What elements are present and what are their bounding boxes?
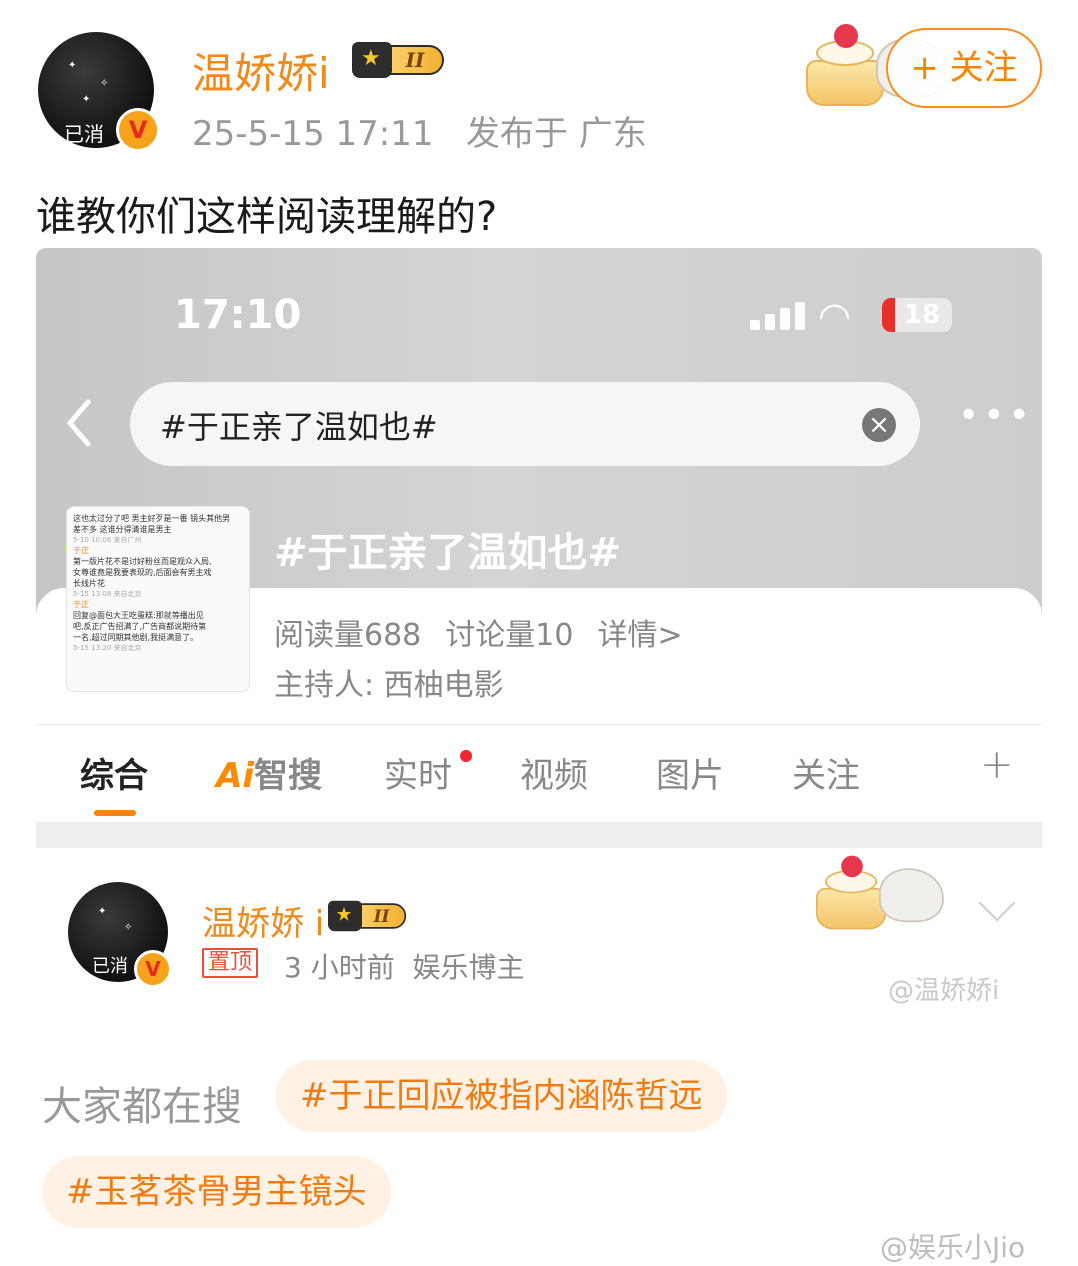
avatar-caption: 已消: [64, 122, 104, 146]
tab-images[interactable]: 图片: [656, 748, 724, 797]
thumb-text: 一名,超过同期其他剧,我挺满意了。: [73, 633, 199, 642]
search-query[interactable]: #于正亲了温如也#: [160, 402, 438, 448]
clear-search-icon[interactable]: ×: [862, 408, 896, 442]
thumb-reply-name: 于正: [73, 600, 89, 609]
section-separator: [36, 822, 1042, 848]
pudding-cat-decoration: [816, 852, 951, 930]
trending-tag[interactable]: #玉茗茶骨男主镜头: [42, 1156, 391, 1228]
trending-tag[interactable]: #于正回应被指内涵陈哲远: [276, 1060, 727, 1132]
thumb-text: 第一版片花不是讨好粉丝而是观众入局,: [73, 557, 212, 566]
verified-badge: V: [116, 108, 160, 152]
thumb-meta: 5-10 10:06 来自广州: [73, 536, 142, 544]
tab-realtime[interactable]: 实时: [384, 748, 452, 797]
crown-icon: [352, 42, 392, 78]
tab-general[interactable]: 综合: [80, 748, 148, 797]
tab-following[interactable]: 关注: [792, 748, 860, 797]
tab-video[interactable]: 视频: [520, 748, 588, 797]
notification-dot: [460, 750, 472, 762]
search-bar[interactable]: #于正亲了温如也# ×: [130, 382, 920, 466]
topic-thumbnail[interactable]: 这也太过分了吧 男主好歹是一番 镜头其他男 差不多 这谁分得清谁是男主 5-10…: [66, 506, 250, 692]
verified-badge: V: [134, 950, 172, 988]
topic-host[interactable]: 主持人: 西柚电影: [274, 660, 504, 704]
signal-icon: [750, 302, 805, 330]
back-arrow-icon[interactable]: [64, 398, 94, 448]
battery-percent: 18: [903, 300, 941, 330]
footer-watermark: @娱乐小Jio: [880, 1231, 1026, 1264]
thumb-text: 长线片花: [73, 579, 105, 588]
more-options-icon[interactable]: •••: [958, 398, 1034, 434]
thumb-text: 回复@面包大王吃蛋糕:那就等播出见: [73, 611, 204, 620]
trending-searches-label: 大家都在搜: [42, 1084, 242, 1130]
thumb-reply-name: 于正: [73, 546, 89, 555]
crown-level-label: II: [356, 903, 407, 929]
thumb-text: 吧,反正广告招满了,广告商都说期待第: [73, 622, 207, 631]
follow-button[interactable]: + 关注: [886, 28, 1042, 108]
topic-discussion-count: 讨论量10: [445, 618, 574, 653]
topic-details-link[interactable]: 详情>: [597, 610, 682, 654]
post-text: 谁教你们这样阅读理解的?: [36, 194, 498, 240]
pinned-badge: 置顶: [202, 948, 259, 978]
author-name[interactable]: 温娇娇i: [192, 40, 330, 101]
crown-icon: [328, 900, 362, 932]
topic-title: #于正亲了温如也#: [274, 530, 622, 576]
battery-icon: 18: [882, 298, 952, 332]
status-time: 17:10: [174, 292, 302, 338]
search-tabs: 综合 Ai智搜 实时 视频 图片 关注 +: [36, 742, 1042, 816]
post-meta: 25-5-15 17:11 发布于 广东: [192, 114, 647, 154]
tab-label: 智搜: [253, 756, 322, 796]
crown-level-label: II: [386, 45, 444, 75]
wifi-icon: ◠: [818, 294, 852, 338]
divider: [36, 724, 1042, 725]
add-tab-icon[interactable]: +: [980, 742, 1014, 788]
avatar-caption: 已消: [92, 956, 128, 977]
topic-read-count: 阅读量688: [274, 618, 422, 653]
repost-watermark: @温娇娇i: [888, 976, 1000, 1006]
thumb-text: 女尊谁竟是我要表现的,后面会有男主戏: [73, 568, 212, 577]
ai-logo: Ai: [216, 756, 254, 796]
embedded-screenshot: 17:10 ◠ 18 #于正亲了温如也# × ••• #于正亲了温如也# 阅读量…: [36, 248, 1042, 1266]
crown-level-badge: II: [352, 42, 444, 78]
tab-ai-search[interactable]: Ai智搜: [216, 748, 322, 797]
repost-meta: 3 小时前 娱乐博主: [284, 951, 525, 984]
chevron-down-icon[interactable]: [978, 884, 1016, 922]
repost-author-name[interactable]: 温娇娇 i: [202, 896, 324, 945]
thumb-text: 这也太过分了吧 男主好歹是一番 镜头其他男: [73, 514, 231, 523]
active-tab-indicator: [94, 810, 136, 816]
thumb-text: 差不多 这谁分得清谁是男主: [73, 525, 172, 534]
thumb-meta: 5-15 13:20 来自北京: [73, 644, 142, 652]
crown-level-badge: II: [328, 900, 407, 932]
thumb-meta: 5-15 13:08 来自北京: [73, 590, 142, 598]
